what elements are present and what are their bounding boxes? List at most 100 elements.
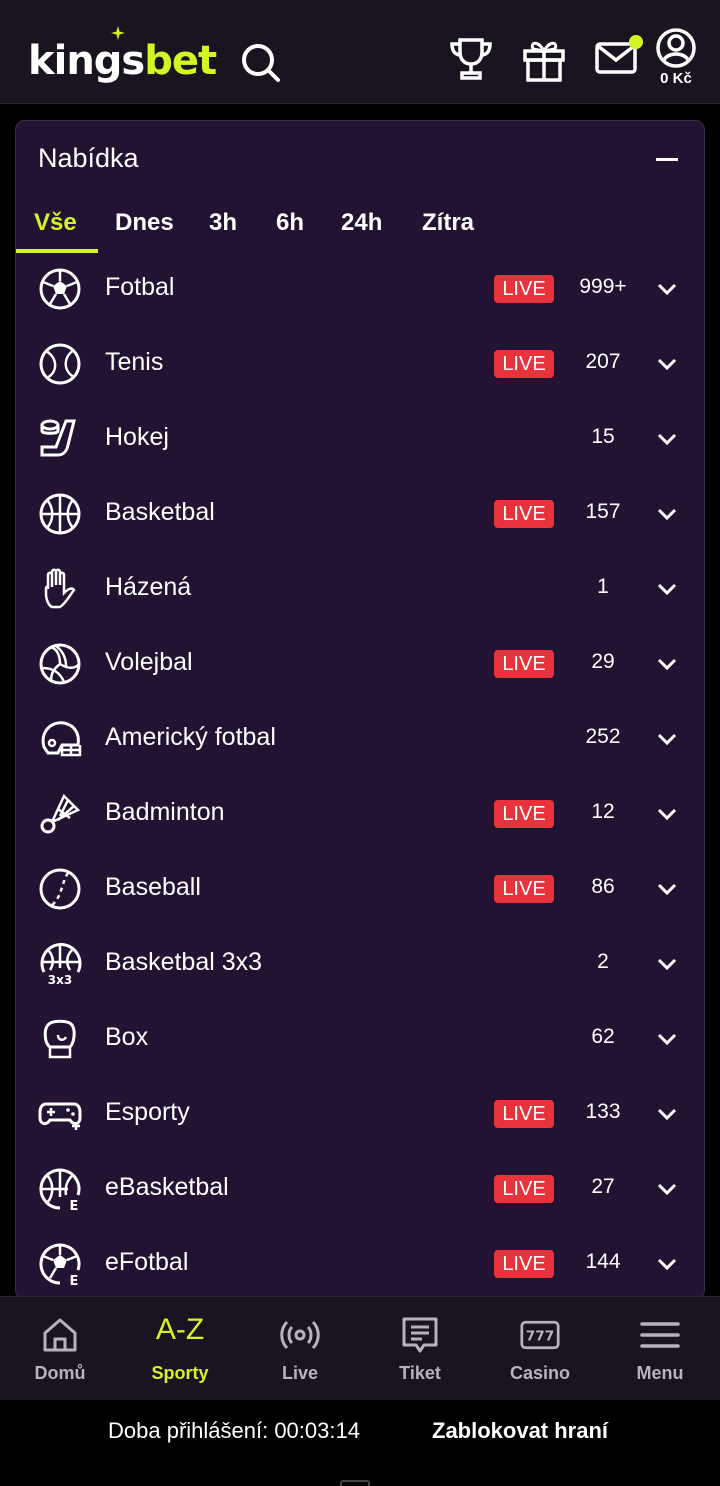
sport-name: Volejbal <box>105 648 193 676</box>
sport-row[interactable]: Basketbal LIVE 157 <box>16 476 704 551</box>
icon-badge-e: E <box>70 1274 79 1286</box>
nav-ticket[interactable]: Tiket <box>360 1297 480 1401</box>
chevron-down-icon[interactable] <box>656 1103 678 1125</box>
ebasketball-icon: E <box>39 1168 81 1211</box>
nav-label: Casino <box>509 1363 570 1383</box>
event-count: 207 <box>585 350 621 373</box>
nav-label: Sporty <box>151 1363 209 1383</box>
tab-tomorrow[interactable]: Zítra <box>422 209 474 237</box>
sport-name: Basketbal 3x3 <box>105 948 263 976</box>
sport-name: Esporty <box>105 1098 190 1126</box>
chevron-down-icon[interactable] <box>656 953 678 975</box>
tab-3h[interactable]: 3h <box>209 209 237 237</box>
nav-menu[interactable]: Menu <box>600 1297 720 1401</box>
block-gambling-button[interactable]: Zablokovat hraní <box>432 1418 608 1444</box>
live-badge: LIVE <box>494 1175 554 1203</box>
shuttlecock-icon <box>40 793 81 834</box>
sport-name: eBasketbal <box>105 1173 229 1201</box>
chevron-down-icon[interactable] <box>656 1178 678 1200</box>
chevron-down-icon[interactable] <box>656 878 678 900</box>
trophy-icon[interactable] <box>448 36 494 82</box>
sport-name: eFotbal <box>105 1248 189 1276</box>
live-badge: LIVE <box>494 350 554 378</box>
chevron-down-icon[interactable] <box>656 803 678 825</box>
live-badge: LIVE <box>494 875 554 903</box>
event-count: 252 <box>585 725 621 748</box>
live-badge: LIVE <box>494 1250 554 1278</box>
event-count: 29 <box>591 650 615 673</box>
slot-777-text: 777 <box>526 1328 554 1344</box>
sport-row[interactable]: Americký fotbal 252 <box>16 701 704 776</box>
event-count: 12 <box>591 800 615 823</box>
sport-row[interactable]: Baseball LIVE 86 <box>16 851 704 926</box>
live-badge: LIVE <box>494 1100 554 1128</box>
gift-icon[interactable] <box>520 36 568 84</box>
football-helmet-icon <box>41 721 82 757</box>
event-count: 999+ <box>579 275 627 298</box>
sport-row[interactable]: 3x3 Basketbal 3x3 2 <box>16 926 704 1001</box>
event-count: 27 <box>591 1175 615 1198</box>
session-footer: Doba přihlášení: 00:03:14 Zablokovat hra… <box>0 1400 720 1486</box>
tab-all[interactable]: Vše <box>34 209 77 237</box>
nav-label: Domů <box>34 1363 86 1383</box>
event-count: 2 <box>597 950 609 973</box>
tennis-ball-icon <box>39 343 81 385</box>
logo-text-king: king <box>28 38 122 84</box>
sparkle-icon <box>111 26 125 40</box>
sport-row[interactable]: Badminton LIVE 12 <box>16 776 704 851</box>
chevron-down-icon[interactable] <box>656 728 678 750</box>
sport-row[interactable]: E eBasketbal LIVE 27 <box>16 1151 704 1226</box>
soccer-ball-icon <box>39 268 81 310</box>
chevron-down-icon[interactable] <box>656 278 678 300</box>
tab-today[interactable]: Dnes <box>115 209 174 237</box>
chevron-down-icon[interactable] <box>656 353 678 375</box>
chevron-down-icon[interactable] <box>656 578 678 600</box>
event-count: 1 <box>597 575 609 598</box>
panel-title: Nabídka <box>38 143 139 173</box>
time-filter-tabs: Vše Dnes 3h 6h 24h Zítra <box>16 201 704 253</box>
ticket-icon <box>402 1317 438 1353</box>
sport-name: Házená <box>105 573 192 601</box>
nav-live[interactable]: Live <box>240 1297 360 1401</box>
logo-text-s: s <box>121 38 145 84</box>
sport-row[interactable]: Esporty LIVE 133 <box>16 1076 704 1151</box>
nav-casino[interactable]: 777 Casino <box>480 1297 600 1401</box>
boxing-glove-icon <box>43 1019 76 1059</box>
nav-home[interactable]: Domů <box>0 1297 120 1401</box>
chevron-down-icon[interactable] <box>656 653 678 675</box>
basketball-icon <box>39 493 81 535</box>
account-balance[interactable]: 0 Kč <box>650 70 702 87</box>
event-count: 144 <box>585 1250 621 1273</box>
chevron-down-icon[interactable] <box>656 1253 678 1275</box>
chevron-down-icon[interactable] <box>656 503 678 525</box>
sport-row[interactable]: Tenis LIVE 207 <box>16 326 704 401</box>
search-icon[interactable] <box>240 42 282 84</box>
nav-sports[interactable]: A-Z Sporty <box>120 1297 240 1401</box>
bottom-navigation: Domů A-Z Sporty Live Tiket 777 Casino Me… <box>0 1296 720 1400</box>
sport-row[interactable]: Házená 1 <box>16 551 704 626</box>
tab-6h[interactable]: 6h <box>276 209 304 237</box>
slot-777-icon: 777 <box>520 1320 560 1350</box>
tab-24h[interactable]: 24h <box>341 209 382 237</box>
sport-row[interactable]: Fotbal LIVE 999+ <box>16 251 704 326</box>
nav-label: Live <box>281 1363 319 1383</box>
nav-label: Menu <box>636 1363 684 1383</box>
chevron-down-icon[interactable] <box>656 1028 678 1050</box>
live-badge: LIVE <box>494 800 554 828</box>
sport-row[interactable]: Hokej 15 <box>16 401 704 476</box>
sport-row[interactable]: Volejbal LIVE 29 <box>16 626 704 701</box>
sport-name: Tenis <box>105 348 164 376</box>
hockey-stick-icon <box>40 419 76 457</box>
chevron-down-icon[interactable] <box>656 428 678 450</box>
icon-badge-3x3: 3x3 <box>48 973 72 986</box>
volleyball-icon <box>39 643 81 685</box>
top-header: kingsbet 0 Kč <box>0 0 720 104</box>
kingsbet-logo[interactable]: kingsbet <box>28 26 217 86</box>
sport-row[interactable]: Box 62 <box>16 1001 704 1076</box>
sport-row[interactable]: E eFotbal LIVE 144 <box>16 1226 704 1299</box>
sport-name: Badminton <box>105 798 225 826</box>
esoccer-icon: E <box>39 1243 81 1286</box>
user-account-icon[interactable] <box>654 26 698 70</box>
live-badge: LIVE <box>494 650 554 678</box>
collapse-minus-icon[interactable] <box>656 158 678 161</box>
